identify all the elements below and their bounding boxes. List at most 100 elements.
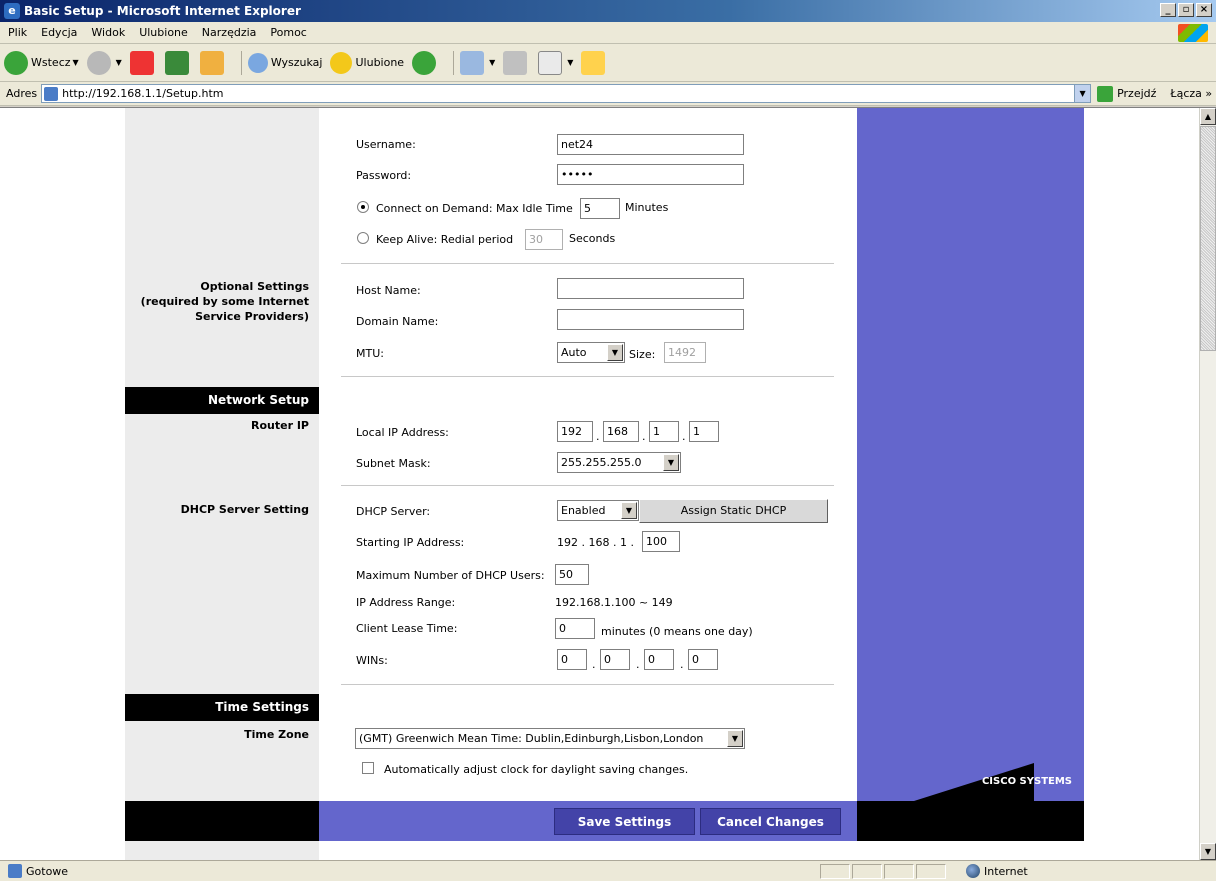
username-input[interactable] bbox=[557, 134, 744, 155]
local-ip-label: Local IP Address: bbox=[356, 426, 449, 439]
status-pane bbox=[820, 864, 850, 879]
max-users-label: Maximum Number of DHCP Users: bbox=[356, 569, 545, 582]
menu-pomoc[interactable]: Pomoc bbox=[270, 26, 306, 39]
host-name-input[interactable] bbox=[557, 278, 744, 299]
wins-octet-3[interactable] bbox=[644, 649, 674, 670]
scroll-down-button[interactable]: ▼ bbox=[1200, 843, 1216, 860]
connect-on-demand-label: Connect on Demand: Max Idle Time bbox=[376, 202, 573, 215]
address-label: Adres bbox=[6, 87, 38, 100]
time-zone-label: Time Zone bbox=[244, 728, 309, 741]
domain-name-label: Domain Name: bbox=[356, 315, 439, 328]
minimize-button[interactable]: _ bbox=[1160, 3, 1176, 17]
close-button[interactable]: × bbox=[1196, 3, 1212, 17]
star-icon bbox=[330, 51, 353, 74]
save-settings-button[interactable]: Save Settings bbox=[554, 808, 695, 835]
forward-button[interactable]: ▼ bbox=[86, 50, 122, 75]
menu-narzedzia[interactable]: Narzędzia bbox=[202, 26, 257, 39]
wins-octet-2[interactable] bbox=[600, 649, 630, 670]
starting-ip-input[interactable] bbox=[642, 531, 680, 552]
scroll-up-button[interactable]: ▲ bbox=[1200, 108, 1216, 125]
toolbar: Wstecz ▼ ▼ Wyszukaj Ulubione ▼ ▼ bbox=[0, 44, 1216, 82]
menu-ulubione[interactable]: Ulubione bbox=[139, 26, 188, 39]
stop-button[interactable] bbox=[129, 50, 157, 75]
mail-button[interactable]: ▼ bbox=[460, 50, 495, 75]
password-label: Password: bbox=[356, 169, 412, 182]
max-users-input[interactable] bbox=[555, 564, 589, 585]
time-zone-select[interactable]: (GMT) Greenwich Mean Time: Dublin,Edinbu… bbox=[355, 728, 745, 749]
subnet-mask-value: 255.255.255.0 bbox=[561, 456, 642, 469]
dst-checkbox[interactable] bbox=[362, 762, 374, 774]
printer-icon bbox=[503, 50, 528, 75]
home-button[interactable] bbox=[199, 50, 227, 75]
search-icon bbox=[247, 52, 268, 73]
cancel-changes-button[interactable]: Cancel Changes bbox=[700, 808, 841, 835]
chevron-down-icon: ▼ bbox=[663, 454, 679, 471]
back-button[interactable]: Wstecz ▼ bbox=[4, 50, 79, 75]
status-pane bbox=[852, 864, 882, 879]
title-bar: e Basic Setup - Microsoft Internet Explo… bbox=[0, 0, 1216, 22]
go-arrow-icon bbox=[1097, 85, 1114, 102]
mtu-size-input[interactable] bbox=[664, 342, 706, 363]
menu-widok[interactable]: Widok bbox=[91, 26, 125, 39]
menu-bar: Plik Edycja Widok Ulubione Narzędzia Pom… bbox=[0, 22, 1216, 44]
keep-alive-radio[interactable] bbox=[357, 232, 369, 244]
status-panes bbox=[820, 864, 946, 879]
refresh-icon bbox=[164, 50, 189, 75]
security-zone: Internet bbox=[966, 864, 1028, 878]
subnet-mask-select[interactable]: 255.255.255.0 ▼ bbox=[557, 452, 681, 473]
time-zone-value: (GMT) Greenwich Mean Time: Dublin,Edinbu… bbox=[359, 732, 704, 745]
password-input[interactable] bbox=[557, 164, 744, 185]
local-ip-octet-1[interactable] bbox=[557, 421, 593, 442]
print-button[interactable] bbox=[503, 50, 530, 75]
home-icon bbox=[199, 50, 224, 75]
maximize-button[interactable]: ▫ bbox=[1178, 3, 1194, 17]
links-button[interactable]: Łącza » bbox=[1170, 87, 1212, 100]
menu-edycja[interactable]: Edycja bbox=[41, 26, 77, 39]
ip-range-label: IP Address Range: bbox=[356, 596, 456, 609]
history-button[interactable] bbox=[412, 50, 439, 75]
chevron-down-icon: ▼ bbox=[115, 58, 122, 67]
menu-plik[interactable]: Plik bbox=[8, 26, 27, 39]
cisco-logo-text: CISCO SYSTEMS bbox=[981, 776, 1073, 787]
back-arrow-icon bbox=[4, 50, 28, 75]
idle-time-input[interactable] bbox=[580, 198, 620, 219]
redial-period-input[interactable] bbox=[525, 229, 563, 250]
connect-on-demand-radio[interactable] bbox=[357, 201, 369, 213]
ip-dot: . bbox=[682, 430, 686, 443]
go-button[interactable]: Przejdź bbox=[1097, 85, 1156, 102]
dst-label: Automatically adjust clock for daylight … bbox=[384, 763, 689, 776]
assign-static-dhcp-button[interactable]: Assign Static DHCP bbox=[639, 499, 828, 523]
chevron-down-icon[interactable]: ▼ bbox=[1074, 85, 1091, 102]
search-button[interactable]: Wyszukaj bbox=[247, 52, 322, 73]
vertical-scrollbar[interactable]: ▲ ▼ bbox=[1199, 108, 1216, 860]
favorites-button[interactable]: Ulubione bbox=[330, 51, 404, 74]
edit-button[interactable]: ▼ bbox=[538, 50, 573, 75]
lease-time-note: minutes (0 means one day) bbox=[601, 625, 753, 638]
ip-dot: . bbox=[596, 430, 600, 443]
right-column bbox=[857, 108, 1084, 801]
time-settings-header: Time Settings bbox=[125, 694, 319, 721]
page-icon bbox=[44, 86, 59, 101]
domain-name-input[interactable] bbox=[557, 309, 744, 330]
wins-octet-4[interactable] bbox=[688, 649, 718, 670]
status-text: Gotowe bbox=[26, 864, 69, 878]
mail-icon bbox=[460, 50, 485, 75]
dhcp-server-select[interactable]: Enabled ▼ bbox=[557, 500, 639, 521]
local-ip-octet-4[interactable] bbox=[689, 421, 719, 442]
scroll-thumb[interactable] bbox=[1200, 126, 1216, 351]
history-icon bbox=[412, 50, 437, 75]
ie-icon: e bbox=[4, 3, 20, 19]
network-setup-header: Network Setup bbox=[125, 387, 319, 414]
refresh-button[interactable] bbox=[164, 50, 192, 75]
address-input[interactable]: http://192.168.1.1/Setup.htm ▼ bbox=[41, 84, 1092, 103]
local-ip-octet-2[interactable] bbox=[603, 421, 639, 442]
lease-time-input[interactable] bbox=[555, 618, 595, 639]
wins-octet-1[interactable] bbox=[557, 649, 587, 670]
starting-ip-label: Starting IP Address: bbox=[356, 536, 465, 549]
messenger-button[interactable] bbox=[581, 50, 608, 75]
footer-right bbox=[857, 801, 1084, 841]
mtu-select[interactable]: Auto ▼ bbox=[557, 342, 625, 363]
host-name-label: Host Name: bbox=[356, 284, 421, 297]
local-ip-octet-3[interactable] bbox=[649, 421, 679, 442]
globe-icon bbox=[966, 864, 980, 878]
